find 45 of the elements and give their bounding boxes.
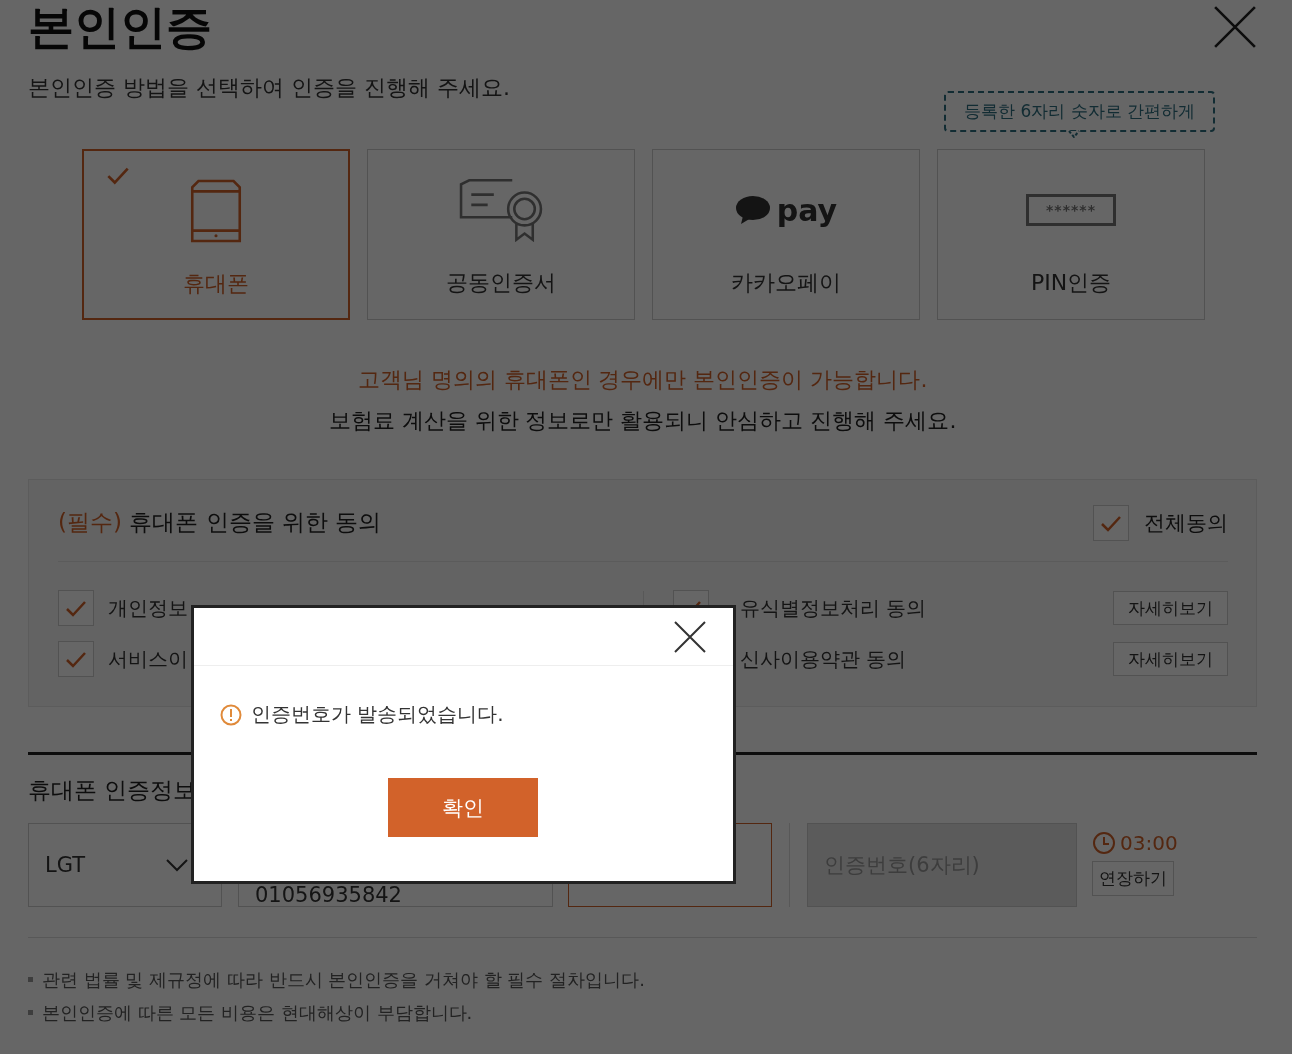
- pin-icon: ******: [1026, 194, 1116, 226]
- field-value: 01056935842: [255, 886, 402, 905]
- warning-icon: [220, 703, 242, 726]
- page-title: 본인인증: [28, 0, 212, 54]
- chevron-down-icon: [165, 858, 189, 872]
- checkbox-label: 개인정보: [108, 594, 189, 622]
- note-text: 본인인증에 따른 모든 비용은 현대해상이 부담합니다.: [42, 1001, 473, 1025]
- bullet-icon: [28, 1010, 33, 1015]
- checkbox-label: 신사이용약관 동의: [740, 645, 908, 673]
- pay-logo-text: pay: [776, 192, 838, 228]
- checkbox-label: 유식별정보처리 동의: [740, 594, 928, 622]
- details-button[interactable]: 자세히보기: [1113, 642, 1228, 676]
- method-label: 카카오페이: [731, 269, 841, 297]
- details-button[interactable]: 자세히보기: [1113, 591, 1228, 625]
- method-card[interactable]: ****** PIN인증: [937, 149, 1205, 320]
- checkbox[interactable]: [58, 590, 94, 626]
- method-label: 공동인증서: [446, 269, 556, 297]
- checkbox-label: 전체동의: [1144, 509, 1228, 537]
- note-text: 관련 법률 및 제규정에 따라 반드시 본인인증을 거쳐야 할 필수 절차입니다.: [42, 968, 645, 992]
- notice-text: 보험료 계산을 위한 정보로만 활용되니 안심하고 진행해 주세요.: [327, 407, 958, 435]
- certificate-icon: [459, 178, 543, 242]
- countdown-timer: 03:00: [1120, 830, 1178, 855]
- tooltip-pointer: [1068, 130, 1080, 138]
- speech-bubble-icon: [734, 194, 771, 226]
- method-card[interactable]: 휴대폰: [82, 149, 350, 320]
- method-card[interactable]: pay 카카오페이: [652, 149, 920, 320]
- dropdown-value: LGT: [45, 853, 86, 877]
- checkbox[interactable]: [58, 641, 94, 677]
- method-card[interactable]: 공동인증서: [367, 149, 635, 320]
- page-subtitle: 본인인증 방법을 선택하여 인증을 진행해 주세요.: [28, 74, 511, 102]
- checkbox[interactable]: [1093, 504, 1129, 541]
- method-label: 휴대폰: [183, 270, 249, 298]
- clock-icon: [1092, 830, 1116, 855]
- tablet-icon: [190, 179, 242, 243]
- extend-button[interactable]: 연장하기: [1092, 860, 1174, 896]
- checkbox-label: 서비스이: [108, 645, 189, 673]
- notice-text: 고객님 명의의 휴대폰인 경우에만 본인인증이 가능합니다.: [356, 366, 929, 394]
- tooltip: 등록한 6자리 숫자로 간편하게: [944, 91, 1216, 132]
- close-icon[interactable]: [674, 620, 706, 653]
- method-label: PIN인증: [1030, 269, 1112, 297]
- confirm-button[interactable]: 확인: [388, 778, 538, 837]
- consent-title: (필수) 휴대폰 인증을 위한 동의: [58, 508, 382, 537]
- bullet-icon: [28, 977, 33, 982]
- dialog-message: 인증번호가 발송되었습니다.: [251, 701, 504, 728]
- section-title: 휴대폰 인증정보: [28, 776, 198, 805]
